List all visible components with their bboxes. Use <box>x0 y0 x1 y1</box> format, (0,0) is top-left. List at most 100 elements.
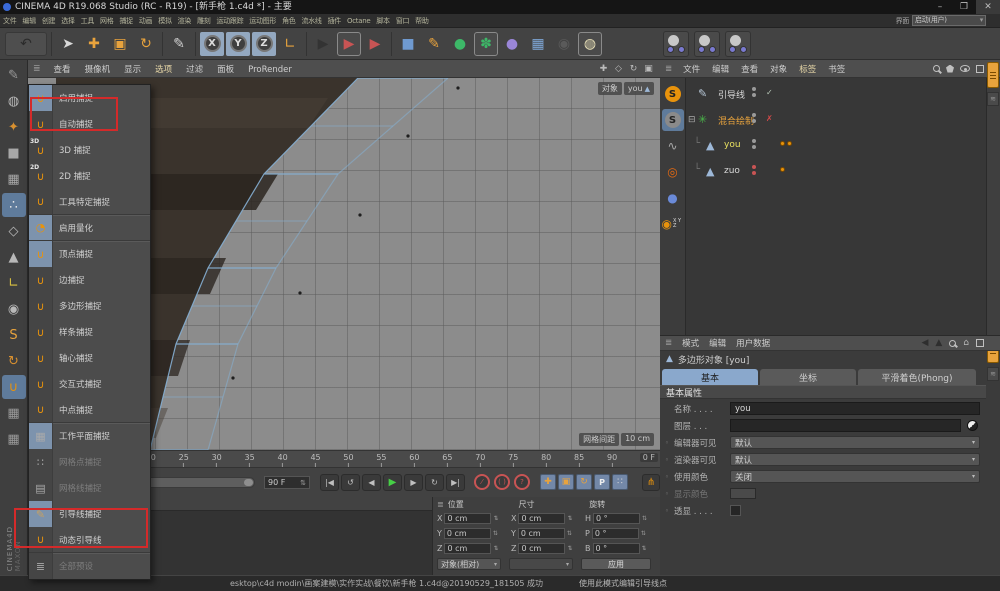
object-row-guide[interactable]: ✎ 引导线 ✓ <box>686 82 986 108</box>
lock-y-axis-button[interactable]: Y <box>226 32 250 56</box>
viewport-menu-4[interactable]: 选项 <box>148 65 179 75</box>
stepper-icon[interactable]: ⇅ <box>493 545 498 552</box>
record-scale-toggle[interactable]: ▣ <box>558 474 574 490</box>
add-environment-button[interactable]: ▦ <box>526 32 550 56</box>
goto-start-button[interactable]: |◀ <box>320 474 339 491</box>
coordinate-system-button[interactable]: ∟ <box>278 32 302 56</box>
tag-icons[interactable] <box>780 167 785 172</box>
menubar-item-14[interactable]: 角色 <box>279 17 298 25</box>
render-spheres-button-3[interactable] <box>725 31 751 57</box>
live-selection-tool[interactable]: ➤ <box>56 32 80 56</box>
lock-z-axis-button[interactable]: Z <box>252 32 276 56</box>
menubar-item-7[interactable]: 捕捉 <box>116 17 135 25</box>
render-spheres-button-1[interactable] <box>663 31 689 57</box>
solo-single-button[interactable]: S <box>2 323 26 347</box>
viewport-nav-icon-1[interactable]: ✚ <box>596 64 611 74</box>
size-y-field[interactable]: 0 cm <box>518 528 565 539</box>
disabled-cross-icon[interactable]: ✗ <box>766 114 773 123</box>
minimize-button[interactable]: – <box>928 0 952 14</box>
enable-snap-button[interactable]: ∪ <box>2 375 26 399</box>
rotate-tool[interactable]: ↻ <box>134 32 158 56</box>
viewport-nav-icon-2[interactable]: ◇ <box>611 64 626 74</box>
stepper-icon[interactable]: ⇅ <box>567 515 572 522</box>
menubar-item-5[interactable]: 工具 <box>78 17 97 25</box>
viewport-solo-button[interactable]: ◉ <box>2 297 26 321</box>
goto-end-button[interactable]: ▶| <box>446 474 465 491</box>
axis-lock-xyz-button[interactable]: ◉X Y Z <box>662 213 684 235</box>
attribute-menu-3[interactable]: 用户数据 <box>731 339 775 349</box>
snap-menu-item-14[interactable]: ▦工作平面捕捉 <box>29 423 150 449</box>
use-color-select[interactable]: 关闭▾ <box>730 470 980 483</box>
rotation-p-field[interactable]: 0 ° <box>592 528 639 539</box>
add-cube-button[interactable]: ■ <box>396 32 420 56</box>
snap-menu-item-8[interactable]: ∪边捕捉 <box>29 267 150 293</box>
anim-dot-icon[interactable]: ◦ <box>660 456 674 464</box>
viewport-nav-icon-4[interactable]: ▣ <box>641 64 656 74</box>
viewport-menu-2[interactable]: 摄像机 <box>78 65 118 75</box>
close-button[interactable]: ✕ <box>976 0 1000 14</box>
grid-handle-icon[interactable]: ≣ <box>437 500 444 509</box>
editor-visibility-select[interactable]: 默认▾ <box>730 436 980 449</box>
record-keyframe-button[interactable]: ⁄ <box>474 474 490 490</box>
add-spline-button[interactable]: ✎ <box>422 32 446 56</box>
enable-axis-button[interactable]: ∟ <box>2 271 26 295</box>
planar-workplane-button[interactable]: ▦ <box>2 427 26 451</box>
visibility-dots[interactable] <box>752 113 756 123</box>
interface-select[interactable]: 启动(用户) ▾ <box>912 15 986 26</box>
visibility-dots[interactable] <box>752 139 756 149</box>
keyframe-selection-button[interactable]: ? <box>514 474 530 490</box>
object-row-you[interactable]: └ ▲ you <box>686 134 986 160</box>
menubar-item-16[interactable]: 插件 <box>325 17 344 25</box>
record-pla-toggle[interactable]: ∷ <box>612 474 628 490</box>
previous-key-button[interactable]: ↺ <box>341 474 360 491</box>
next-key-button[interactable]: ↻ <box>425 474 444 491</box>
enabled-check-icon[interactable]: ✓ <box>766 88 773 97</box>
menubar-item-6[interactable]: 网格 <box>97 17 116 25</box>
spline-smooth-button[interactable]: ∿ <box>662 135 684 157</box>
snap-menu-item-7[interactable]: ∪顶点捕捉 <box>29 241 150 267</box>
menubar-item-8[interactable]: 动画 <box>136 17 155 25</box>
menubar-item-4[interactable]: 选择 <box>58 17 77 25</box>
menubar-item-13[interactable]: 运动图形 <box>246 17 279 25</box>
grid-handle-icon[interactable]: ≣ <box>665 64 672 74</box>
record-position-toggle[interactable]: ✚ <box>540 474 556 490</box>
attribute-menu-2[interactable]: 编辑 <box>704 339 731 349</box>
menubar-item-19[interactable]: 窗口 <box>393 17 412 25</box>
current-frame-field[interactable]: 90 F ⇅ <box>264 476 310 489</box>
snap-menu-item-5[interactable]: ∪工具特定捕捉 <box>29 189 150 215</box>
anim-dot-icon[interactable]: ◦ <box>660 473 674 481</box>
menubar-item-11[interactable]: 雕刻 <box>194 17 213 25</box>
menubar-item-3[interactable]: 创建 <box>39 17 58 25</box>
search-icon[interactable] <box>949 340 956 347</box>
lock-workplane-button[interactable]: ▦ <box>2 401 26 425</box>
previous-frame-button[interactable]: ◀ <box>362 474 381 491</box>
menubar-item-9[interactable]: 模拟 <box>155 17 174 25</box>
add-camera-button[interactable]: ◉ <box>552 32 576 56</box>
menubar-item-15[interactable]: 流水线 <box>299 17 325 25</box>
fold-tab-icon[interactable] <box>987 62 999 88</box>
record-rotation-toggle[interactable]: ↻ <box>576 474 592 490</box>
render-settings-button[interactable]: ▶ <box>363 32 387 56</box>
color-swatch[interactable] <box>730 488 756 499</box>
layer-browser-icon[interactable] <box>967 420 978 431</box>
size-x-field[interactable]: 0 cm <box>518 513 565 524</box>
coordinate-mode2-select[interactable]: ▾ <box>509 558 573 570</box>
model-mode-button[interactable]: ■ <box>2 141 26 165</box>
snap-menu-item-3[interactable]: ∪3D3D 捕捉 <box>29 137 150 163</box>
menubar-item-17[interactable]: Octane <box>344 17 373 25</box>
edges-mode-button[interactable]: ◇ <box>2 219 26 243</box>
undo-button[interactable]: ↶ <box>5 32 47 56</box>
last-used-tool[interactable]: ✎ <box>167 32 191 56</box>
solo-on-button[interactable]: S <box>662 83 684 105</box>
render-visibility-select[interactable]: 默认▾ <box>730 453 980 466</box>
add-light-button[interactable]: ◍ <box>578 32 602 56</box>
attribute-menu-1[interactable]: 模式 <box>677 339 704 349</box>
viewport-menu-7[interactable]: ProRender <box>241 65 299 75</box>
next-frame-button[interactable]: ▶ <box>404 474 423 491</box>
rotation-b-field[interactable]: 0 ° <box>593 543 640 554</box>
filter-icon[interactable] <box>946 65 954 73</box>
size-z-field[interactable]: 0 cm <box>518 543 565 554</box>
stepper-icon[interactable]: ⇅ <box>642 545 647 552</box>
object-row-zuo[interactable]: └ ▲ zuo <box>686 160 986 186</box>
lock-x-axis-button[interactable]: X <box>200 32 224 56</box>
